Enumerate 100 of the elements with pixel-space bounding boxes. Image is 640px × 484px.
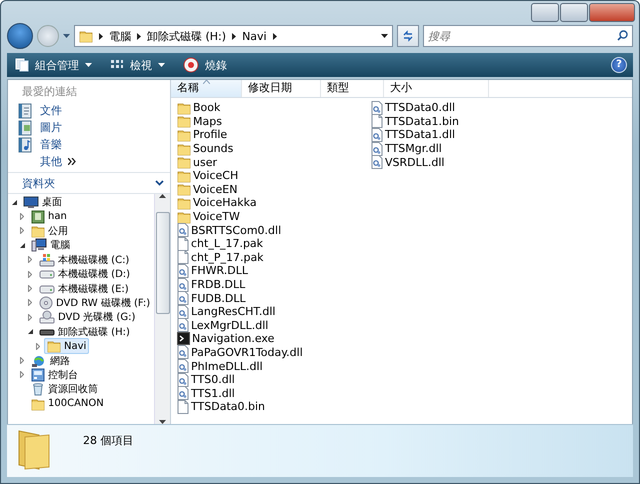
address-bar[interactable]: 電腦 卸除式磁碟 (H:) Navi (74, 25, 393, 47)
disc-icon (39, 296, 53, 310)
column-header[interactable]: 名稱 (171, 80, 242, 97)
scrollbar[interactable] (154, 194, 170, 424)
refresh-button[interactable] (397, 25, 419, 47)
caret-icon[interactable] (85, 63, 92, 67)
column-header[interactable]: 修改日期 (242, 80, 321, 97)
collapsed-triangle-icon[interactable] (28, 270, 32, 278)
chevron-down-icon[interactable] (155, 180, 164, 186)
file-item[interactable]: FHWR.DLL (177, 264, 371, 278)
column-header[interactable]: 大小 (384, 80, 489, 97)
search-field[interactable]: 搜尋 (423, 25, 633, 47)
music-icon (18, 136, 32, 152)
collapsed-triangle-icon[interactable] (36, 342, 40, 350)
toolbar-button[interactable]: 燒錄 (181, 55, 229, 75)
favorite-link[interactable]: 文件 (18, 102, 170, 119)
scroll-up-icon[interactable] (159, 194, 166, 198)
tree-item[interactable]: 公用 (28, 222, 71, 239)
favorite-link[interactable]: 圖片 (18, 119, 170, 136)
collapsed-triangle-icon[interactable] (20, 227, 24, 234)
file-item[interactable]: TTS0.dll (177, 372, 371, 386)
collapsed-triangle-icon[interactable] (20, 371, 24, 378)
folder-icon (177, 155, 191, 170)
tree-item[interactable]: Navi (44, 338, 90, 354)
file-item[interactable]: VoiceEN (177, 182, 371, 196)
tree-item[interactable]: DVD 光碟機 (G:) (36, 309, 138, 326)
file-item[interactable]: VoiceTW (177, 210, 371, 224)
tree-item[interactable]: 控制台 (28, 366, 81, 383)
user-folder-icon (31, 210, 45, 224)
toolbar-button[interactable]: 檢視 (108, 56, 167, 74)
file-item[interactable]: TTSData1.bin (371, 114, 565, 128)
tree-item[interactable]: DVD RW 磁碟機 (F:) (36, 294, 154, 311)
caret-icon[interactable] (381, 34, 388, 38)
file-item[interactable]: Sounds (177, 142, 371, 156)
file-item[interactable]: LexMgrDLL.dll (177, 318, 371, 332)
documents-icon (18, 102, 32, 118)
tree-item[interactable]: 電腦 (28, 237, 73, 254)
tree-item[interactable]: han (28, 208, 70, 225)
tree-item[interactable]: 本機磁碟機 (E:) (36, 280, 132, 297)
file-item[interactable]: PhImeDLL.dll (177, 359, 371, 373)
file-item[interactable]: cht_P_17.pak (177, 250, 371, 264)
control-panel-icon (31, 368, 45, 382)
file-item[interactable]: LangResCHT.dll (177, 304, 371, 318)
file-item[interactable]: FUDB.DLL (177, 291, 371, 305)
maximize-button[interactable] (560, 3, 588, 22)
gear-file-icon (177, 291, 189, 306)
file-item[interactable]: VoiceHakka (177, 196, 371, 210)
tree-item[interactable]: 本機磁碟機 (D:) (36, 266, 134, 282)
file-item[interactable]: FRDB.DLL (177, 278, 371, 292)
gear-file-icon (177, 223, 189, 238)
file-item[interactable]: VoiceCH (177, 168, 371, 183)
column-header[interactable]: 類型 (321, 80, 384, 97)
collapsed-triangle-icon[interactable] (28, 314, 32, 321)
file-item[interactable]: Book (177, 101, 371, 115)
expanded-triangle-icon[interactable] (20, 242, 24, 248)
breadcrumb-arrow-icon[interactable] (99, 32, 103, 40)
file-item[interactable]: cht_L_17.pak (177, 236, 371, 251)
file-item[interactable]: Maps (177, 114, 371, 128)
help-button[interactable]: ? (611, 57, 627, 73)
toolbar-button[interactable]: 組合管理 (13, 56, 94, 74)
file-item[interactable]: TTSMgr.dll (371, 142, 565, 156)
file-item[interactable]: PaPaGOVR1Today.dll (177, 346, 371, 360)
history-caret-icon[interactable] (63, 34, 70, 38)
favorite-link[interactable]: 音樂 (18, 136, 170, 153)
file-item[interactable]: Profile (177, 128, 371, 142)
file-item[interactable]: Navigation.exe (177, 332, 371, 346)
file-item[interactable]: VSRDLL.dll (371, 155, 565, 169)
file-item[interactable]: TTSData1.dll (371, 128, 565, 142)
close-button[interactable] (589, 3, 635, 22)
file-item[interactable]: user (177, 155, 371, 169)
blank-file-icon (177, 250, 189, 264)
burn-disc-icon (183, 57, 199, 73)
tree-item[interactable]: 資源回收筒 (28, 381, 101, 398)
file-item[interactable]: BSRTTSCom0.dll (177, 223, 371, 237)
folder-icon (79, 29, 93, 43)
expanded-triangle-icon[interactable] (28, 329, 32, 334)
more-link[interactable]: 其他 (18, 153, 170, 170)
breadcrumb-arrow-icon[interactable] (137, 32, 141, 40)
caret-icon[interactable] (158, 63, 165, 67)
tree-item[interactable]: 本機磁碟機 (C:) (36, 252, 132, 268)
search-icon[interactable] (617, 30, 628, 41)
scrollbar-thumb[interactable] (156, 212, 170, 314)
file-item[interactable]: TTSData0.dll (371, 101, 565, 115)
breadcrumb-arrow-icon[interactable] (272, 32, 277, 40)
tree-item[interactable]: 桌面 (20, 194, 65, 210)
back-button[interactable] (7, 23, 33, 49)
tree-item[interactable]: 100CANON (28, 396, 107, 412)
file-item[interactable]: TTS1.dll (177, 386, 371, 400)
breadcrumb-arrow-icon[interactable] (232, 32, 236, 40)
collapsed-triangle-icon[interactable] (28, 256, 32, 264)
tree-item[interactable]: 卸除式磁碟 (H:) (36, 324, 133, 340)
tree-item[interactable]: 網路 (28, 352, 73, 368)
collapsed-triangle-icon[interactable] (20, 213, 24, 220)
expanded-triangle-icon[interactable] (12, 200, 16, 205)
collapsed-triangle-icon[interactable] (28, 299, 32, 306)
collapsed-triangle-icon[interactable] (28, 285, 32, 292)
file-item[interactable]: TTSData0.bin (177, 400, 371, 414)
collapsed-triangle-icon[interactable] (20, 356, 24, 364)
minimize-button[interactable] (531, 3, 559, 22)
folder-icon (177, 114, 191, 128)
